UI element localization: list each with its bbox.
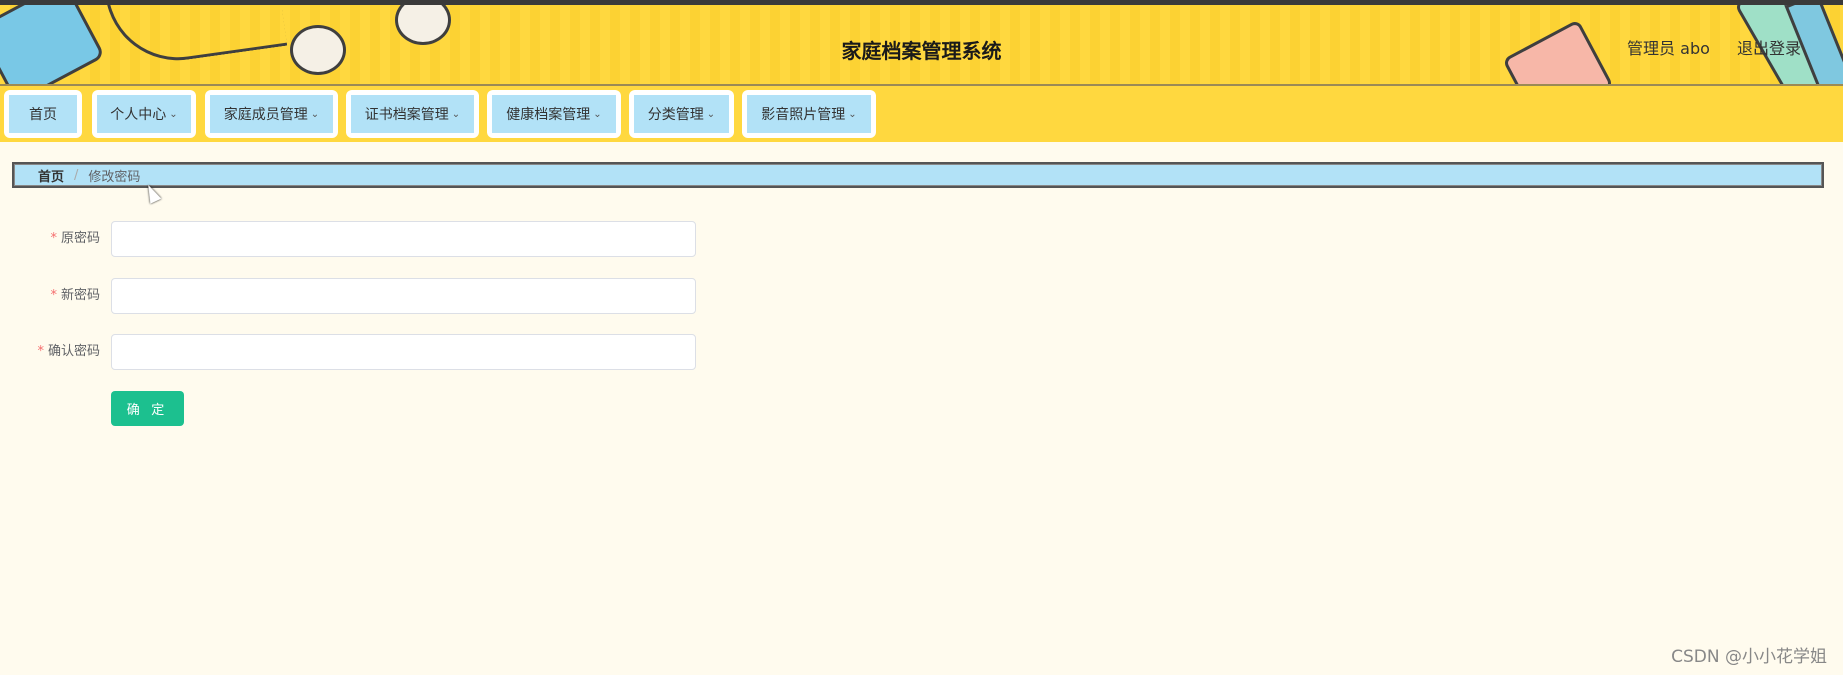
nav-item-home[interactable]: 首页 (4, 90, 82, 138)
chevron-down-icon: ⌄ (848, 108, 857, 120)
form-row-old-password: * 原密码 (0, 221, 700, 257)
nav-item-label: 健康档案管理 (506, 107, 591, 123)
user-area: 管理员 abo 退出登录 (1605, 35, 1801, 59)
chevron-down-icon: ⌄ (451, 108, 461, 120)
nav-item-certificate-archives[interactable]: 证书档案管理 ⌄ (346, 90, 479, 138)
chevron-down-icon: ⌄ (169, 108, 178, 120)
confirm-password-input[interactable] (111, 334, 696, 370)
old-password-input[interactable] (111, 221, 696, 257)
new-password-label: * 新密码 (50, 288, 100, 303)
nav-item-media-photos[interactable]: 影音照片管理 ⌄ (742, 90, 876, 138)
nav-item-personal-center[interactable]: 个人中心 ⌄ (92, 90, 196, 138)
nav-item-label: 家庭成员管理 (223, 107, 308, 123)
new-password-input[interactable] (111, 278, 696, 314)
nav-item-label: 个人中心 (110, 107, 167, 123)
nav-item-label: 证书档案管理 (364, 107, 449, 123)
nav-item-label: 影音照片管理 (761, 107, 846, 123)
logout-link[interactable]: 退出登录 (1737, 39, 1801, 58)
chevron-down-icon: ⌄ (310, 108, 320, 120)
main-nav: 首页 个人中心 ⌄ 家庭成员管理 ⌄ 证书档案管理 ⌄ 健康档案管理 ⌄ 分类管理 ⌄ 影… (0, 86, 1843, 142)
nav-item-family-members[interactable]: 家庭成员管理 ⌄ (205, 90, 338, 138)
chevron-down-icon: ⌄ (593, 108, 602, 120)
form-row-new-password: * 新密码 (0, 278, 700, 314)
breadcrumb-separator: / (74, 167, 79, 183)
old-password-label: * 原密码 (50, 231, 100, 246)
nav-item-label: 分类管理 (647, 107, 704, 123)
breadcrumb: 首页 / 修改密码 (12, 162, 1824, 188)
header-banner: 家庭档案管理系统 管理员 abo 退出登录 (0, 5, 1843, 86)
chevron-down-icon: ⌄ (706, 108, 716, 120)
app-title: 家庭档案管理系统 (841, 39, 1002, 63)
confirm-password-label: * 确认密码 (37, 344, 100, 359)
watermark: CSDN @小小花学姐 (1671, 647, 1827, 667)
required-mark: * (37, 344, 44, 359)
submit-button[interactable]: 确 定 (111, 391, 184, 426)
breadcrumb-home[interactable]: 首页 (38, 166, 64, 185)
required-mark: * (50, 231, 57, 246)
required-mark: * (50, 288, 57, 303)
breadcrumb-current: 修改密码 (88, 169, 141, 185)
form-row-confirm-password: * 确认密码 (0, 334, 700, 370)
nav-item-category-management[interactable]: 分类管理 ⌄ (629, 90, 734, 138)
nav-item-label: 首页 (29, 107, 57, 123)
user-label: 管理员 abo (1627, 39, 1710, 58)
nav-item-health-archives[interactable]: 健康档案管理 ⌄ (487, 90, 621, 138)
